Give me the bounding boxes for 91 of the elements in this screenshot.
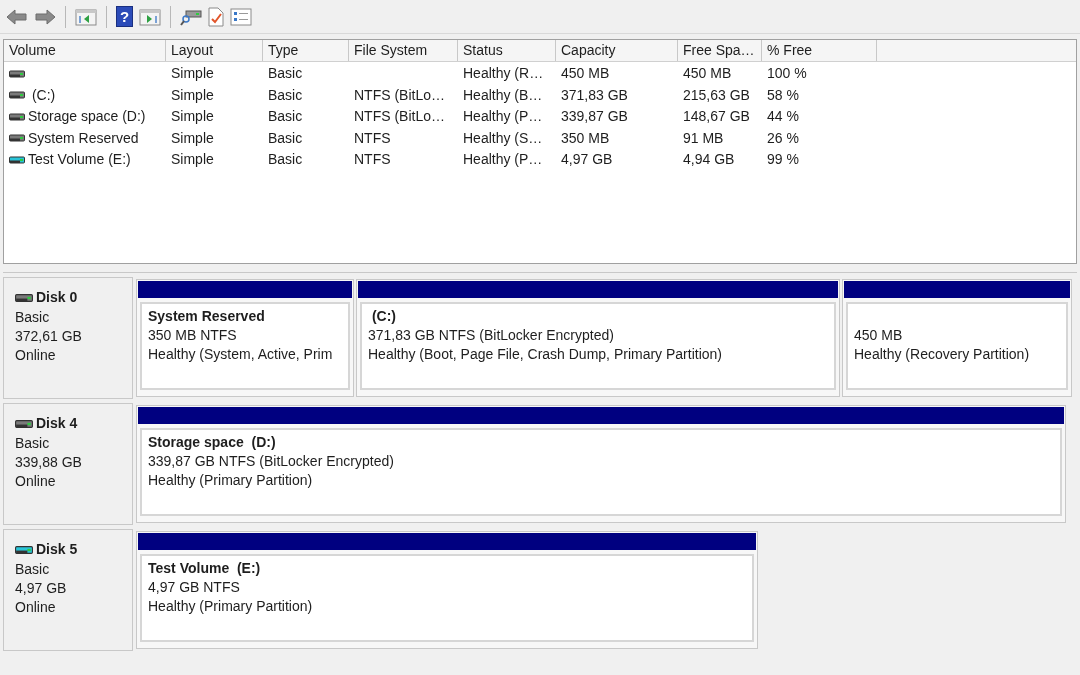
- table-cell-text: Simple: [171, 128, 214, 148]
- table-cell-text: Test Volume (E:): [28, 150, 131, 170]
- partition-info: 350 MB NTFS: [148, 326, 238, 345]
- partition-info: 450 MB: [854, 326, 904, 345]
- table-cell-text: 450 MB: [561, 64, 610, 84]
- table-cell-text: 350 MB: [561, 128, 610, 148]
- table-cell-text: 100 %: [767, 64, 807, 84]
- table-cell-text: Healthy (B…: [463, 85, 543, 105]
- column-header[interactable]: Capacity: [556, 40, 678, 61]
- partition-info: Healthy (Primary Partition): [148, 597, 314, 616]
- disk-name: Disk 0: [36, 288, 78, 307]
- checklist-icon[interactable]: [230, 7, 252, 26]
- table-cell-text: NTFS (BitLo…: [354, 107, 445, 127]
- table-cell-text: 371,83 GB: [561, 85, 628, 105]
- table-cell-text: NTFS: [354, 150, 391, 170]
- partition-info: Healthy (System, Active, Prim: [148, 345, 334, 364]
- table-cell-text: 339,87 GB: [561, 107, 628, 127]
- table-cell-text: 26 %: [767, 128, 799, 148]
- partition-block[interactable]: Storage space (D:) 339,87 GB NTFS (BitLocker Encrypted) Healthy (Primary Partition): [136, 405, 1066, 523]
- drive-icon: [9, 69, 25, 78]
- column-header[interactable]: Type: [263, 40, 349, 61]
- table-cell-text: NTFS (BitLo…: [354, 85, 445, 105]
- disk-name: Disk 4: [36, 414, 78, 433]
- help-icon[interactable]: ?: [116, 6, 133, 27]
- table-cell-text: Basic: [268, 107, 303, 127]
- table-cell-text: Basic: [268, 85, 303, 105]
- partition-info: Healthy (Boot, Page File, Crash Dump, Primary Partition): [368, 345, 723, 364]
- disk-type: Basic: [15, 434, 51, 453]
- table-cell-text: Healthy (P…: [463, 150, 543, 170]
- drive-icon: [9, 91, 25, 100]
- drive-icon: [9, 155, 25, 164]
- disk-status: Online: [15, 472, 57, 491]
- table-cell-text: 450 MB: [683, 64, 732, 84]
- disk-magnifier-icon[interactable]: [180, 7, 202, 26]
- disk-status: Online: [15, 598, 57, 617]
- partition-info: 371,83 GB NTFS (BitLocker Encrypted): [368, 326, 615, 345]
- table-cell-text: Healthy (P…: [463, 107, 543, 127]
- drive-icon: [9, 134, 25, 143]
- partition-info: 339,87 GB NTFS (BitLocker Encrypted): [148, 452, 395, 471]
- disk-size: 372,61 GB: [15, 327, 83, 346]
- table-cell-text: Storage space (D:): [28, 107, 146, 127]
- table-cell-text: Simple: [171, 64, 214, 84]
- disk-type: Basic: [15, 308, 51, 327]
- checked-document-icon[interactable]: [208, 6, 224, 27]
- table-cell-text: (C:): [30, 85, 56, 105]
- column-header[interactable]: Status: [458, 40, 556, 61]
- table-cell-text: NTFS: [354, 128, 391, 148]
- column-header[interactable]: Layout: [166, 40, 263, 61]
- disk-status: Online: [15, 346, 57, 365]
- table-cell-text: 91 MB: [683, 128, 724, 148]
- table-cell-text: Simple: [171, 107, 214, 127]
- table-cell-text: Basic: [268, 128, 303, 148]
- table-cell-text: Healthy (S…: [463, 128, 543, 148]
- partition-info: Healthy (Primary Partition): [148, 471, 314, 490]
- table-cell-text: Healthy (R…: [463, 64, 544, 84]
- disk-size: 4,97 GB: [15, 579, 68, 598]
- partition-title: (C:): [370, 307, 397, 326]
- partition-title: Storage space (D:): [148, 433, 277, 452]
- table-cell-text: Simple: [171, 85, 214, 105]
- partition-block[interactable]: (C:) 371,83 GB NTFS (BitLocker Encrypted) Healthy (Boot, Page File, Crash Dump, Primary Partition): [356, 279, 840, 397]
- table-cell-text: 215,63 GB: [683, 85, 750, 105]
- column-header[interactable]: File System: [349, 40, 458, 61]
- table-cell-text: Basic: [268, 150, 303, 170]
- table-cell-text: 99 %: [767, 150, 799, 170]
- drive-icon: [15, 293, 33, 302]
- column-header[interactable]: Free Spa…: [678, 40, 762, 61]
- table-cell-text: 4,97 GB: [561, 150, 613, 170]
- table-cell-text: 58 %: [767, 85, 799, 105]
- table-cell-text: 4,94 GB: [683, 150, 735, 170]
- drive-icon: [15, 545, 33, 554]
- partition-block[interactable]: System Reserved 350 MB NTFS Healthy (System, Active, Prim: [136, 279, 354, 397]
- partition-info: 4,97 GB NTFS: [148, 578, 241, 597]
- disk-type: Basic: [15, 560, 51, 579]
- table-cell-text: 44 %: [767, 107, 799, 127]
- table-cell-text: 148,67 GB: [683, 107, 750, 127]
- drive-icon: [15, 419, 33, 428]
- disk-size: 339,88 GB: [15, 453, 83, 472]
- partition-info: Healthy (Recovery Partition): [854, 345, 1031, 364]
- table-cell-text: System Reserved: [28, 128, 139, 148]
- disk-name: Disk 5: [36, 540, 78, 559]
- drive-icon: [9, 112, 25, 121]
- forward-arrow-icon[interactable]: [34, 7, 56, 26]
- column-header[interactable]: Volume: [4, 40, 166, 61]
- back-arrow-icon[interactable]: [6, 7, 28, 26]
- column-header[interactable]: % Free: [762, 40, 877, 61]
- table-cell-text: Simple: [171, 150, 214, 170]
- partition-title: Test Volume (E:): [148, 559, 262, 578]
- partition-title: System Reserved: [148, 307, 266, 326]
- partition-block[interactable]: 450 MB Healthy (Recovery Partition): [842, 279, 1072, 397]
- table-cell-text: Basic: [268, 64, 303, 84]
- partition-block[interactable]: Test Volume (E:) 4,97 GB NTFS Healthy (Primary Partition): [136, 531, 758, 649]
